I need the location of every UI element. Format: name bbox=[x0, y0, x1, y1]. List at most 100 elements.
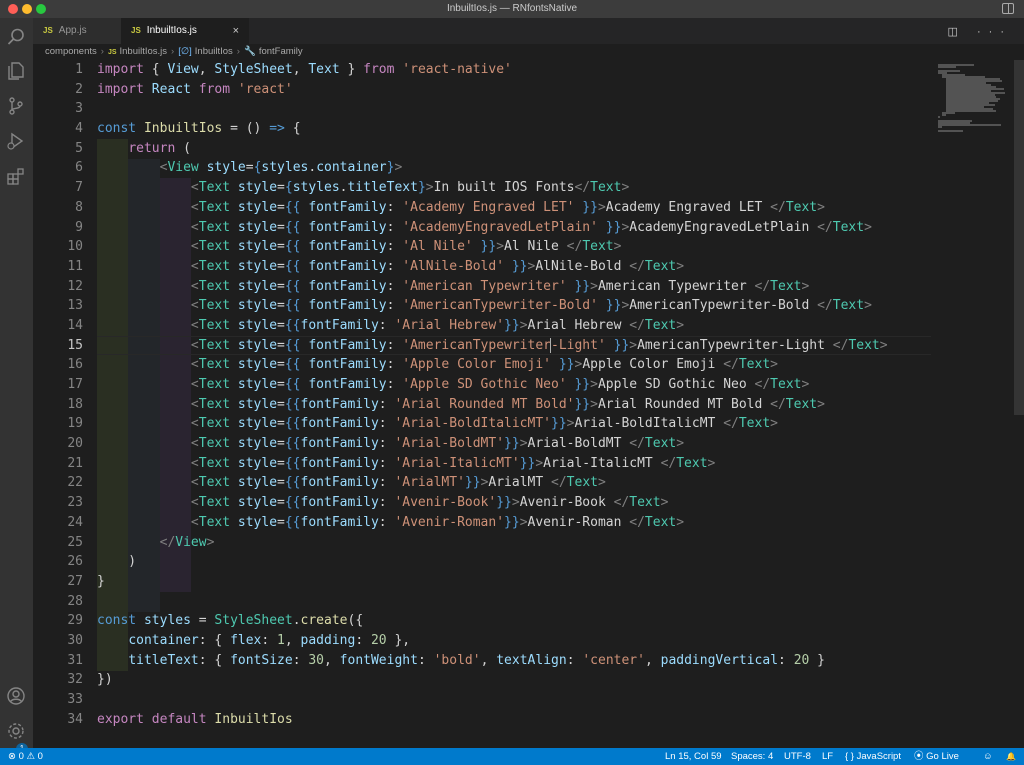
line-number[interactable]: 34 bbox=[33, 710, 83, 730]
tab-app-js[interactable]: JS App.js bbox=[33, 18, 121, 44]
code-line-4[interactable]: const InbuiltIos = () => { bbox=[97, 119, 888, 139]
toggle-layout-icon[interactable] bbox=[1002, 3, 1014, 14]
line-number[interactable]: 8 bbox=[33, 198, 83, 218]
explorer-icon[interactable] bbox=[6, 61, 26, 81]
line-number-gutter[interactable]: 1 2 3 4 5 6 7 8 9 10 11 12 13 14 15 16 17 18 19 20 21 22 23 24 2… bbox=[33, 60, 83, 729]
line-number[interactable]: 29 bbox=[33, 611, 83, 631]
code-line-26[interactable]: ) bbox=[97, 552, 888, 572]
code-line-16[interactable]: <Text style={{ fontFamily: 'Apple Color … bbox=[97, 355, 888, 375]
code-line-11[interactable]: <Text style={{ fontFamily: 'AlNile-Bold'… bbox=[97, 257, 888, 277]
close-tab-icon[interactable]: × bbox=[233, 18, 239, 44]
line-number[interactable]: 27 bbox=[33, 572, 83, 592]
code-line-22[interactable]: <Text style={{fontFamily: 'ArialMT'}}>Ar… bbox=[97, 473, 888, 493]
settings-gear-icon[interactable] bbox=[6, 721, 26, 741]
code-line-31[interactable]: titleText: { fontSize: 30, fontWeight: '… bbox=[97, 651, 888, 671]
code-line-21[interactable]: <Text style={{fontFamily: 'Arial-ItalicM… bbox=[97, 454, 888, 474]
tab-inbuiltios-js[interactable]: JS InbuiltIos.js × bbox=[121, 18, 249, 44]
code-line-34[interactable]: export default InbuiltIos bbox=[97, 710, 888, 730]
search-icon[interactable] bbox=[6, 27, 26, 47]
line-number[interactable]: 19 bbox=[33, 414, 83, 434]
language-mode[interactable]: { } JavaScript bbox=[845, 748, 901, 765]
line-number[interactable]: 3 bbox=[33, 99, 83, 119]
go-live-button[interactable]: ⦿ Go Live bbox=[914, 748, 959, 765]
line-number[interactable]: 15 bbox=[33, 336, 83, 356]
code-line-10[interactable]: <Text style={{ fontFamily: 'Al Nile' }}>… bbox=[97, 237, 888, 257]
line-number[interactable]: 11 bbox=[33, 257, 83, 277]
line-number[interactable]: 25 bbox=[33, 533, 83, 553]
line-number[interactable]: 12 bbox=[33, 277, 83, 297]
line-number[interactable]: 32 bbox=[33, 670, 83, 690]
code-line-14[interactable]: <Text style={{fontFamily: 'Arial Hebrew'… bbox=[97, 316, 888, 336]
line-number[interactable]: 9 bbox=[33, 218, 83, 238]
code-line-7[interactable]: <Text style={styles.titleText}>In built … bbox=[97, 178, 888, 198]
line-number[interactable]: 10 bbox=[33, 237, 83, 257]
line-number[interactable]: 33 bbox=[33, 690, 83, 710]
line-number[interactable]: 4 bbox=[33, 119, 83, 139]
extensions-icon[interactable] bbox=[6, 166, 26, 186]
line-number[interactable]: 7 bbox=[33, 178, 83, 198]
problems-indicator[interactable]: ⊗ 0 ⚠ 0 bbox=[8, 748, 43, 765]
line-number[interactable]: 17 bbox=[33, 375, 83, 395]
eol-setting[interactable]: LF bbox=[822, 748, 833, 765]
encoding-setting[interactable]: UTF-8 bbox=[784, 748, 811, 765]
code-line-28[interactable] bbox=[97, 592, 888, 612]
editor-scrollbar[interactable] bbox=[1014, 60, 1024, 415]
code-line-6[interactable]: <View style={styles.container}> bbox=[97, 158, 888, 178]
code-line-1[interactable]: import { View, StyleSheet, Text } from '… bbox=[97, 60, 888, 80]
code-line-27[interactable]: } bbox=[97, 572, 888, 592]
breadcrumb-folder[interactable]: components bbox=[45, 46, 97, 57]
line-number[interactable]: 20 bbox=[33, 434, 83, 454]
code-line-3[interactable] bbox=[97, 99, 888, 119]
breadcrumb-symbol[interactable]: InbuiltIos bbox=[195, 46, 233, 57]
code-line-25[interactable]: </View> bbox=[97, 533, 888, 553]
code-editor[interactable]: 1 2 3 4 5 6 7 8 9 10 11 12 13 14 15 16 17 18 19 20 21 22 23 24 2… bbox=[33, 60, 934, 748]
code-line-30[interactable]: container: { flex: 1, padding: 20 }, bbox=[97, 631, 888, 651]
code-line-15[interactable]: <Text style={{ fontFamily: 'AmericanType… bbox=[97, 336, 888, 356]
line-number[interactable]: 28 bbox=[33, 592, 83, 612]
code-line-19[interactable]: <Text style={{fontFamily: 'Arial-BoldIta… bbox=[97, 414, 888, 434]
code-line-29[interactable]: const styles = StyleSheet.create({ bbox=[97, 611, 888, 631]
line-number[interactable]: 22 bbox=[33, 473, 83, 493]
line-number[interactable]: 1 bbox=[33, 60, 83, 80]
code-line-12[interactable]: <Text style={{ fontFamily: 'American Typ… bbox=[97, 277, 888, 297]
line-number[interactable]: 6 bbox=[33, 158, 83, 178]
editor-actions[interactable]: ◫ ··· bbox=[948, 25, 1012, 38]
line-number[interactable]: 31 bbox=[33, 651, 83, 671]
line-number[interactable]: 26 bbox=[33, 552, 83, 572]
line-number[interactable]: 5 bbox=[33, 139, 83, 159]
code-line-13[interactable]: <Text style={{ fontFamily: 'AmericanType… bbox=[97, 296, 888, 316]
run-debug-icon[interactable] bbox=[6, 131, 26, 151]
code-line-32[interactable]: }) bbox=[97, 670, 888, 690]
line-number[interactable]: 21 bbox=[33, 454, 83, 474]
code-line-24[interactable]: <Text style={{fontFamily: 'Avenir-Roman'… bbox=[97, 513, 888, 533]
source-control-icon[interactable] bbox=[6, 96, 26, 116]
code-line-20[interactable]: <Text style={{fontFamily: 'Arial-BoldMT'… bbox=[97, 434, 888, 454]
code-lines[interactable]: import { View, StyleSheet, Text } from '… bbox=[97, 60, 888, 729]
breadcrumb-file[interactable]: InbuiltIos.js bbox=[120, 46, 168, 57]
code-line-8[interactable]: <Text style={{ fontFamily: 'Academy Engr… bbox=[97, 198, 888, 218]
line-number[interactable]: 13 bbox=[33, 296, 83, 316]
account-icon[interactable] bbox=[6, 686, 26, 706]
line-number[interactable]: 23 bbox=[33, 493, 83, 513]
code-line-17[interactable]: <Text style={{ fontFamily: 'Apple SD Got… bbox=[97, 375, 888, 395]
line-number[interactable]: 30 bbox=[33, 631, 83, 651]
code-line-5[interactable]: return ( bbox=[97, 139, 888, 159]
line-number[interactable]: 16 bbox=[33, 355, 83, 375]
line-number[interactable]: 2 bbox=[33, 80, 83, 100]
code-line-33[interactable] bbox=[97, 690, 888, 710]
minimap[interactable] bbox=[934, 60, 1012, 748]
code-line-23[interactable]: <Text style={{fontFamily: 'Avenir-Book'}… bbox=[97, 493, 888, 513]
breadcrumb-property[interactable]: fontFamily bbox=[259, 46, 303, 57]
line-number[interactable]: 18 bbox=[33, 395, 83, 415]
feedback-icon[interactable]: ☺ bbox=[983, 748, 993, 765]
activity-bar bbox=[0, 18, 33, 748]
line-number[interactable]: 24 bbox=[33, 513, 83, 533]
cursor-position[interactable]: Ln 15, Col 59 bbox=[665, 748, 722, 765]
line-number[interactable]: 14 bbox=[33, 316, 83, 336]
notifications-bell-icon[interactable]: 🔔 bbox=[1006, 748, 1016, 765]
code-line-2[interactable]: import React from 'react' bbox=[97, 80, 888, 100]
indentation-setting[interactable]: Spaces: 4 bbox=[731, 748, 773, 765]
code-line-18[interactable]: <Text style={{fontFamily: 'Arial Rounded… bbox=[97, 395, 888, 415]
tab-label: InbuiltIos.js bbox=[146, 25, 197, 36]
code-line-9[interactable]: <Text style={{ fontFamily: 'AcademyEngra… bbox=[97, 218, 888, 238]
